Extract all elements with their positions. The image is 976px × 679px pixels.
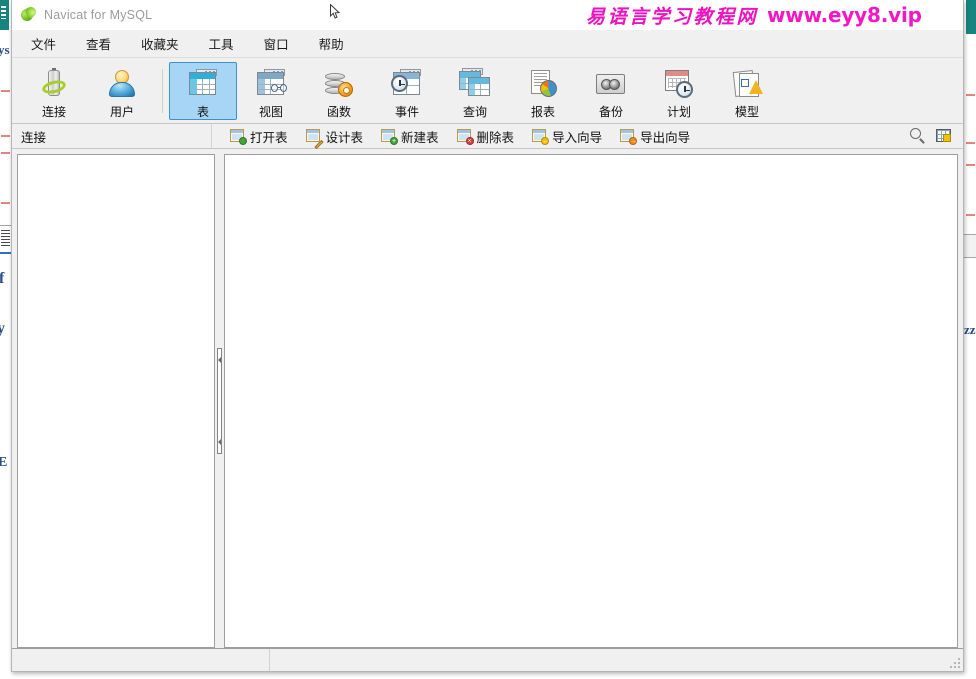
menu-favorites[interactable]: 收藏夹 — [131, 31, 189, 56]
window-title: Navicat for MySQL — [44, 8, 153, 22]
action-bar-right-tools — [903, 126, 963, 146]
toolbar-button-function[interactable]: 函数 — [305, 62, 373, 120]
query-icon — [458, 67, 492, 100]
main-toolbar: 连接 用户 表 视图 函数 事件 查询 报表 备份 计划 模型 — [12, 57, 963, 124]
toolbar-button-backup[interactable]: 备份 — [577, 62, 645, 120]
toolbar-label-model: 模型 — [734, 104, 759, 119]
table-icon — [186, 68, 220, 100]
sub-toolbar: 连接 打开表 设计表 + 新建表 × 删除表 ← 导入向导 → 导出向导 — [12, 124, 963, 149]
pane-splitter[interactable] — [215, 154, 224, 648]
design-table-label: 设计表 — [325, 130, 364, 145]
splitter-collapse-arrow-top — [218, 357, 221, 363]
new-table-label: 新建表 — [401, 130, 439, 145]
toolbar-button-event[interactable]: 事件 — [373, 62, 441, 120]
new-table-button[interactable]: + 新建表 — [375, 124, 445, 149]
new-table-icon: + — [381, 128, 399, 145]
connection-pane-header: 连接 — [12, 124, 212, 148]
menu-file[interactable]: 文件 — [21, 31, 66, 56]
workspace — [12, 149, 963, 648]
toolbar-label-query: 查询 — [462, 104, 487, 119]
toolbar-label-report: 报表 — [530, 104, 555, 119]
toolbar-button-schedule[interactable]: 计划 — [645, 62, 713, 120]
open-table-icon — [230, 128, 247, 145]
delete-table-button[interactable]: × 删除表 — [451, 124, 521, 149]
toolbar-label-function: 函数 — [326, 104, 351, 119]
status-bar — [12, 648, 963, 671]
backup-icon — [594, 68, 628, 100]
toolbar-label-view: 视图 — [258, 104, 283, 119]
status-cell-right — [270, 649, 963, 671]
object-action-bar: 打开表 设计表 + 新建表 × 删除表 ← 导入向导 → 导出向导 — [212, 124, 963, 149]
view-icon — [254, 68, 288, 100]
navicat-main-window: Navicat for MySQL 文件 查看 收藏夹 工具 窗口 帮助 连接 … — [11, 0, 964, 672]
grid-view-icon[interactable] — [933, 126, 955, 146]
background-document-right-sliver: zz — [963, 34, 976, 658]
export-wizard-icon: → — [620, 128, 638, 145]
import-wizard-icon: ← — [532, 128, 550, 145]
connection-icon — [37, 67, 71, 100]
toolbar-label-user: 用户 — [109, 104, 134, 119]
design-table-icon — [305, 128, 324, 149]
toolbar-label-schedule: 计划 — [666, 104, 691, 119]
splitter-collapse-arrow-bottom — [218, 439, 221, 445]
import-wizard-label: 导入向导 — [552, 130, 603, 145]
toolbar-button-table[interactable]: 表 — [169, 61, 237, 120]
design-table-button[interactable]: 设计表 — [300, 124, 370, 149]
background-window-left-edge — [0, 0, 9, 30]
navicat-leaf-logo-icon — [19, 4, 39, 23]
resize-grip[interactable] — [949, 657, 960, 668]
connection-pane-title: 连接 — [21, 130, 47, 145]
model-icon — [730, 68, 764, 100]
open-table-button[interactable]: 打开表 — [224, 124, 294, 149]
object-tree-pane[interactable] — [17, 154, 215, 648]
toolbar-button-query[interactable]: 查询 — [441, 62, 509, 120]
schedule-icon — [662, 68, 696, 100]
toolbar-label-table: 表 — [196, 104, 209, 119]
object-list-pane[interactable] — [224, 154, 958, 648]
report-icon — [526, 68, 560, 100]
menu-window[interactable]: 窗口 — [254, 31, 299, 56]
delete-table-icon: × — [456, 128, 474, 145]
menu-view[interactable]: 查看 — [76, 31, 121, 56]
import-wizard-button[interactable]: ← 导入向导 — [526, 124, 608, 149]
export-wizard-button[interactable]: → 导出向导 — [614, 124, 696, 149]
toolbar-button-model[interactable]: 模型 — [713, 62, 781, 120]
title-bar: Navicat for MySQL — [12, 0, 963, 30]
event-icon — [390, 68, 424, 100]
menu-tools[interactable]: 工具 — [199, 31, 244, 56]
toolbar-label-backup: 备份 — [598, 104, 623, 119]
toolbar-button-user[interactable]: 用户 — [88, 62, 156, 120]
toolbar-button-view[interactable]: 视图 — [237, 62, 305, 120]
background-window-right-edge — [966, 0, 976, 34]
toolbar-label-connection: 连接 — [41, 104, 66, 119]
export-wizard-label: 导出向导 — [640, 130, 691, 145]
open-table-label: 打开表 — [250, 130, 288, 145]
toolbar-separator — [162, 68, 163, 113]
toolbar-button-connection[interactable]: 连接 — [20, 62, 88, 120]
menu-bar: 文件 查看 收藏夹 工具 窗口 帮助 — [12, 30, 963, 57]
user-icon — [105, 68, 139, 100]
menu-help[interactable]: 帮助 — [309, 31, 354, 56]
toolbar-label-event: 事件 — [394, 104, 419, 119]
search-icon[interactable] — [907, 126, 929, 146]
delete-table-label: 删除表 — [476, 130, 515, 145]
toolbar-button-report[interactable]: 报表 — [509, 62, 577, 120]
status-cell-left — [12, 649, 270, 671]
function-icon — [322, 68, 356, 100]
